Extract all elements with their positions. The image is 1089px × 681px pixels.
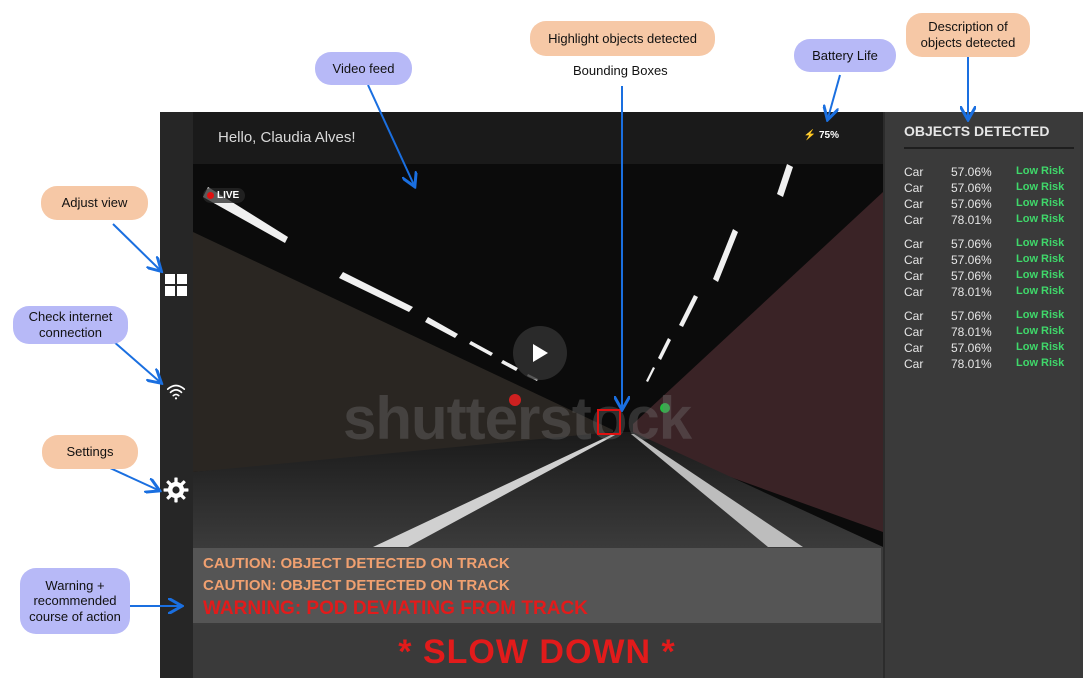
object-row: Car 57.06% Low Risk bbox=[904, 269, 1079, 285]
live-label: LIVE bbox=[217, 190, 240, 201]
annotation-description-objects: Description of objects detected bbox=[906, 13, 1030, 57]
object-row: Car 57.06% Low Risk bbox=[904, 197, 1079, 213]
warning-message: WARNING: POD DEVIATING FROM TRACK bbox=[203, 598, 588, 619]
risk-badge: Low Risk bbox=[1016, 237, 1065, 249]
object-row: Car 78.01% Low Risk bbox=[904, 357, 1079, 373]
slow-down-message: * SLOW DOWN * bbox=[398, 633, 676, 671]
object-row: Car 78.01% Low Risk bbox=[904, 285, 1079, 301]
risk-badge: Low Risk bbox=[1016, 269, 1065, 281]
object-confidence: 57.06% bbox=[951, 237, 992, 251]
object-row: Car 78.01% Low Risk bbox=[904, 213, 1079, 229]
greeting-text: Hello, Claudia Alves! bbox=[218, 129, 356, 146]
object-name: Car bbox=[904, 309, 924, 323]
risk-badge: Low Risk bbox=[1016, 309, 1065, 321]
object-confidence: 78.01% bbox=[951, 357, 992, 371]
risk-badge: Low Risk bbox=[1016, 357, 1065, 369]
objects-panel-title: OBJECTS DETECTED bbox=[904, 123, 1050, 139]
risk-badge: Low Risk bbox=[1016, 341, 1065, 353]
live-badge: LIVE bbox=[203, 188, 246, 203]
object-row: Car 57.06% Low Risk bbox=[904, 237, 1079, 253]
object-row: Car 57.06% Low Risk bbox=[904, 341, 1079, 357]
risk-badge: Low Risk bbox=[1016, 181, 1065, 193]
object-confidence: 57.06% bbox=[951, 341, 992, 355]
annotation-video-feed: Video feed bbox=[315, 52, 412, 85]
annotation-highlight-objects: Highlight objects detected bbox=[530, 21, 715, 56]
play-button[interactable] bbox=[513, 326, 567, 380]
object-name: Car bbox=[904, 325, 924, 339]
divider bbox=[904, 147, 1074, 149]
object-confidence: 57.06% bbox=[951, 309, 992, 323]
object-row: Car 78.01% Low Risk bbox=[904, 325, 1079, 341]
object-confidence: 78.01% bbox=[951, 213, 992, 227]
object-confidence: 78.01% bbox=[951, 325, 992, 339]
grid-icon[interactable] bbox=[163, 272, 189, 298]
object-name: Car bbox=[904, 181, 924, 195]
warnings-panel: CAUTION: OBJECT DETECTED ON TRACK CAUTIO… bbox=[193, 548, 881, 623]
risk-badge: Low Risk bbox=[1016, 285, 1065, 297]
battery-indicator: ⚡ 75% bbox=[803, 130, 839, 141]
annotation-bounding-boxes: Bounding Boxes bbox=[573, 63, 668, 78]
live-dot-icon bbox=[207, 192, 214, 199]
object-row: Car 57.06% Low Risk bbox=[904, 253, 1079, 269]
annotation-settings: Settings bbox=[42, 435, 138, 469]
object-name: Car bbox=[904, 197, 924, 211]
video-feed[interactable]: Hello, Claudia Alves! ⚡ 75% LIVE shutter… bbox=[193, 112, 883, 547]
object-name: Car bbox=[904, 237, 924, 251]
object-confidence: 57.06% bbox=[951, 181, 992, 195]
object-name: Car bbox=[904, 341, 924, 355]
gear-icon[interactable] bbox=[163, 477, 189, 503]
object-row: Car 57.06% Low Risk bbox=[904, 309, 1079, 325]
annotation-check-internet: Check internet connection bbox=[13, 306, 128, 344]
object-row: Car 57.06% Low Risk bbox=[904, 181, 1079, 197]
object-name: Car bbox=[904, 213, 924, 227]
object-confidence: 57.06% bbox=[951, 253, 992, 267]
object-confidence: 57.06% bbox=[951, 197, 992, 211]
object-confidence: 78.01% bbox=[951, 285, 992, 299]
objects-panel: OBJECTS DETECTED Car 57.06% Low Risk Car 57.… bbox=[883, 112, 1083, 678]
risk-badge: Low Risk bbox=[1016, 325, 1065, 337]
risk-badge: Low Risk bbox=[1016, 197, 1065, 209]
caution-message: CAUTION: OBJECT DETECTED ON TRACK bbox=[203, 555, 510, 572]
risk-badge: Low Risk bbox=[1016, 253, 1065, 265]
caution-message: CAUTION: OBJECT DETECTED ON TRACK bbox=[203, 577, 510, 594]
action-banner: * SLOW DOWN * bbox=[193, 625, 881, 678]
annotation-warning-action: Warning + recommended course of action bbox=[20, 568, 130, 634]
object-name: Car bbox=[904, 357, 924, 371]
play-icon bbox=[533, 344, 548, 362]
annotation-battery-life: Battery Life bbox=[794, 39, 896, 72]
risk-badge: Low Risk bbox=[1016, 213, 1065, 225]
object-confidence: 57.06% bbox=[951, 269, 992, 283]
object-name: Car bbox=[904, 285, 924, 299]
risk-badge: Low Risk bbox=[1016, 165, 1065, 177]
watermark: shutterstock bbox=[343, 385, 692, 452]
object-name: Car bbox=[904, 253, 924, 267]
wifi-icon[interactable] bbox=[163, 378, 189, 404]
annotation-adjust-view: Adjust view bbox=[41, 186, 148, 220]
bounding-box bbox=[597, 409, 621, 435]
object-name: Car bbox=[904, 165, 924, 179]
object-confidence: 57.06% bbox=[951, 165, 992, 179]
object-row: Car 57.06% Low Risk bbox=[904, 165, 1079, 181]
object-name: Car bbox=[904, 269, 924, 283]
